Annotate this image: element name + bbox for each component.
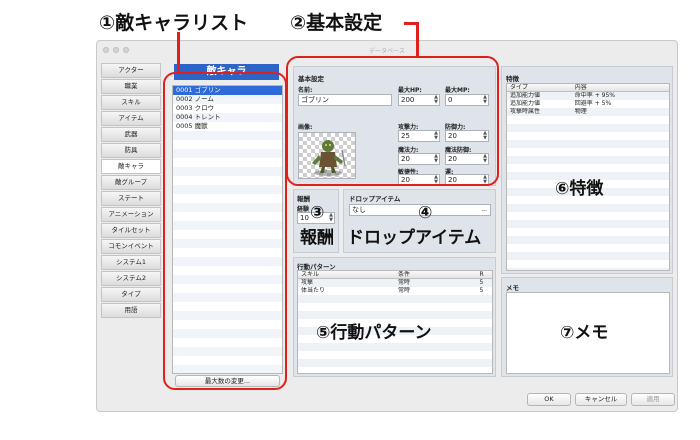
drop-item-1-edit[interactable]: ... xyxy=(481,205,487,215)
table-row[interactable]: 体当たり 常時 5 xyxy=(298,287,492,295)
category-tab[interactable]: 敵キャラ xyxy=(101,159,161,174)
action-panel: 行動パターン スキル 条件 R 攻撃 常時 5 体当たり 常時 5 xyxy=(293,257,496,377)
basic-settings-pointer xyxy=(416,22,419,58)
annotation-reward: 報酬 xyxy=(300,228,334,248)
canvas: データベース アクター 職業 スキル アイテム 武器 防具 敵キャラ 敵グループ ステート アニメ… xyxy=(0,0,700,440)
basic-settings-highlight xyxy=(286,56,499,186)
category-tab[interactable]: アニメーション xyxy=(101,207,161,222)
table-cell: 攻撃 xyxy=(301,279,314,286)
category-tab[interactable]: 敵グループ xyxy=(101,175,161,190)
annotation-reward-number: ③ xyxy=(310,203,325,223)
reward-title: 報酬 xyxy=(297,195,310,203)
drop-title: ドロップアイテム xyxy=(349,195,401,203)
category-tab[interactable]: システム1 xyxy=(101,255,161,270)
category-tab[interactable]: 防具 xyxy=(101,143,161,158)
table-cell: 命中率 + 95% xyxy=(574,92,615,99)
category-tab[interactable]: ステート xyxy=(101,191,161,206)
annotation-drop-number: ④ xyxy=(418,203,433,223)
table-cell: 体当たり xyxy=(301,287,326,294)
action-column-header[interactable]: スキル xyxy=(298,271,395,278)
apply-button[interactable]: 適用 xyxy=(631,393,675,406)
category-tab[interactable]: アクター xyxy=(101,63,161,78)
annotation-traits: ⑥特徴 xyxy=(555,179,604,199)
table-cell: 5 xyxy=(479,287,484,294)
table-cell: 回避率 + 5% xyxy=(574,100,612,107)
traits-title: 特徴 xyxy=(506,75,519,83)
category-tab[interactable]: 職業 xyxy=(101,79,161,94)
enemy-list-pointer xyxy=(177,32,180,74)
table-row[interactable]: 追加能力値 命中率 + 95% xyxy=(507,92,669,100)
category-tab[interactable]: タイプ xyxy=(101,287,161,302)
category-tab[interactable]: システム2 xyxy=(101,271,161,286)
window-title: データベース xyxy=(369,47,405,55)
exp-value: 10 xyxy=(300,214,309,222)
table-cell: 常時 xyxy=(398,279,411,286)
table-row[interactable]: 追加能力値 回避率 + 5% xyxy=(507,100,669,108)
category-tab[interactable]: 武器 xyxy=(101,127,161,142)
category-tab[interactable]: アイテム xyxy=(101,111,161,126)
memo-title: メモ xyxy=(506,284,519,292)
action-table-header: スキル 条件 R xyxy=(298,271,492,279)
category-tab[interactable]: タイルセット xyxy=(101,223,161,238)
category-tab[interactable]: スキル xyxy=(101,95,161,110)
table-cell: 5 xyxy=(479,279,484,286)
annotation-drop: ドロップアイテム xyxy=(347,228,482,248)
annotation-action: ⑤行動パターン xyxy=(316,323,432,343)
enemy-list-highlight xyxy=(163,72,287,390)
traits-panel: 特徴 タイプ 内容 追加能力値 命中率 + 95% 追加能力値 回避率 + 5% 攻撃時属性… xyxy=(501,66,673,274)
table-cell: 常時 xyxy=(398,287,411,294)
table-cell: 物理 xyxy=(574,108,587,115)
annotation-enemy-list: ①敵キャラリスト xyxy=(99,12,249,34)
basic-settings-pointer-h xyxy=(404,22,418,25)
traits-table-header: タイプ 内容 xyxy=(507,84,669,92)
annotation-basic-settings: ②基本設定 xyxy=(290,12,383,34)
table-row[interactable]: 攻撃 常時 5 xyxy=(298,279,492,287)
traits-column-header[interactable]: タイプ xyxy=(507,84,572,91)
category-list: アクター 職業 スキル アイテム 武器 防具 敵キャラ 敵グループ ステート アニメーション タイル… xyxy=(101,63,161,319)
category-tab[interactable]: 用語 xyxy=(101,303,161,318)
drop-item-1-value: なし xyxy=(352,206,366,214)
cancel-button[interactable]: キャンセル xyxy=(575,393,627,406)
action-column-header[interactable]: 条件 xyxy=(395,271,476,278)
table-cell: 追加能力値 xyxy=(510,92,541,99)
table-cell: 攻撃時属性 xyxy=(510,108,541,115)
ok-button[interactable]: OK xyxy=(527,393,571,406)
table-row[interactable]: 攻撃時属性 物理 xyxy=(507,108,669,116)
action-column-header[interactable]: R xyxy=(476,271,492,278)
category-tab[interactable]: コモンイベント xyxy=(101,239,161,254)
table-cell: 追加能力値 xyxy=(510,100,541,107)
traits-column-header[interactable]: 内容 xyxy=(572,84,669,91)
spin-icon[interactable]: ▲ ▼ xyxy=(329,213,333,223)
annotation-memo: ⑦メモ xyxy=(560,323,609,343)
